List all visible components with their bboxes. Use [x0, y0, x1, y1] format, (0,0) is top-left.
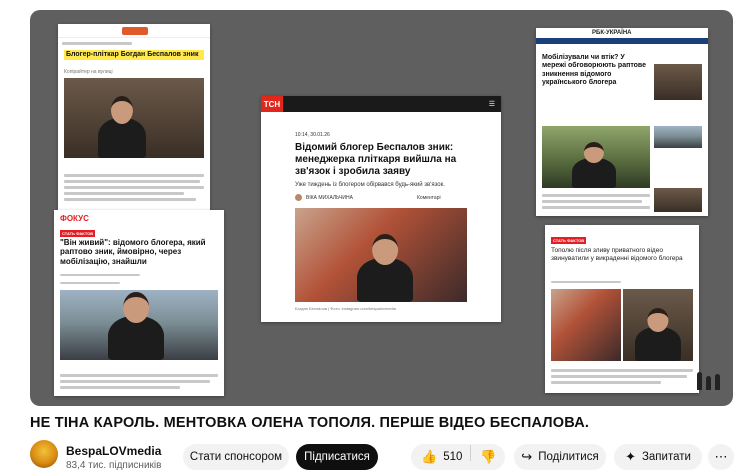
- card2-author: ВІКА МИХАЛЬЧИНА: [306, 195, 353, 201]
- channel-name[interactable]: BespaLOVmedia: [66, 444, 161, 458]
- ask-label: Запитати: [641, 451, 691, 463]
- card4-tag: СТАТЬ ФАКТОВ: [60, 230, 96, 237]
- share-button[interactable]: ↪ Поділитися: [514, 444, 606, 470]
- site-logo-icon: [122, 27, 148, 35]
- card1-photo: [64, 78, 204, 158]
- tsn-logo: ТСН: [261, 96, 283, 112]
- card2-photo: [295, 208, 467, 302]
- like-divider: [470, 445, 471, 461]
- card4-headline: "Він живий": відомого блогера, який рапт…: [60, 238, 206, 266]
- rbk-logo: РБК-УКРАЇНА: [592, 30, 632, 36]
- card5-headline: Тополю після зливу приватного відео звин…: [551, 247, 683, 262]
- card1-headline: Блогер-пліткар Богдан Беспалов зник: [64, 50, 204, 61]
- subscriber-count: 83,4 тис. підписників: [66, 460, 162, 471]
- card2-comments: Коментарі: [417, 195, 441, 201]
- article-card-blogger-missing: Блогер-пліткар Богдан Беспалов зник Копі…: [58, 24, 210, 210]
- card3-headline: Мобілізували чи втік? У мережі обговорюю…: [542, 54, 647, 86]
- channel-avatar[interactable]: [30, 440, 58, 468]
- card5-photo-man: [623, 289, 693, 361]
- user-icon: ☰: [488, 101, 495, 108]
- thumbs-down-icon[interactable]: 👎: [480, 449, 496, 465]
- author-avatar: [295, 194, 302, 201]
- sparkle-icon: ✦: [625, 449, 636, 464]
- card3-side-photo-2: [654, 126, 702, 148]
- card2-meta: 10:14, 30.01.26: [295, 132, 330, 138]
- card3-side-photo-3: [654, 188, 702, 212]
- like-count: 510: [443, 451, 463, 463]
- share-label: Поділитися: [538, 451, 599, 463]
- card2-headline: Відомий блогер Беспалов зник: менеджерка…: [295, 142, 457, 177]
- card3-photo: [542, 126, 650, 188]
- thumbs-up-icon[interactable]: 👍: [421, 449, 437, 465]
- subscribe-button[interactable]: Підписатися: [296, 444, 378, 470]
- article-card-rbk: РБК-УКРАЇНА Мобілізували чи втік? У мере…: [536, 28, 708, 216]
- ask-button[interactable]: ✦ Запитати: [614, 444, 702, 470]
- card2-caption: Богдан Беспалов | Фото: instagram.com/be…: [295, 306, 396, 311]
- share-icon: ↪: [521, 449, 533, 464]
- video-title: НЕ ТІНА КАРОЛЬ. МЕНТОВКА ОЛЕНА ТОПОЛЯ. П…: [30, 415, 590, 431]
- article-card-focus-topolya: СТАТЬ ФАКТОВ Тополю після зливу приватно…: [545, 225, 699, 393]
- decorative-silhouettes: [695, 368, 723, 390]
- card3-side-photo: [654, 64, 702, 100]
- video-player[interactable]: Блогер-пліткар Богдан Беспалов зник Копі…: [30, 10, 733, 406]
- article-card-tsn: ТСН ☰ 10:14, 30.01.26 Відомий блогер Бес…: [261, 96, 501, 322]
- card2-lead: Уже тиждень із блогером обірвався будь-я…: [295, 182, 445, 188]
- focus-logo: ФОКУС: [60, 214, 89, 223]
- card5-tag: СТАТЬ ФАКТОВ: [551, 237, 587, 244]
- card1-subtitle: Копірайтер на вулиці: [64, 69, 113, 75]
- sponsor-button[interactable]: Стати спонсором: [183, 444, 289, 470]
- article-card-focus-alive: ФОКУС СТАТЬ ФАКТОВ "Він живий": відомого…: [54, 210, 224, 396]
- card5-photo-woman: [551, 289, 621, 361]
- card4-photo: [60, 290, 218, 360]
- more-actions-button[interactable]: ⋯: [708, 444, 734, 470]
